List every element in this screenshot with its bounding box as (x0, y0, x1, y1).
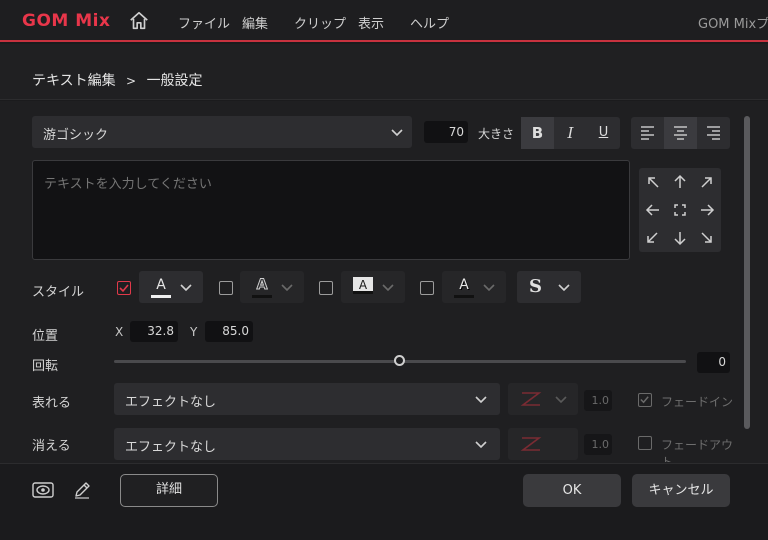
rotation-input[interactable]: 0 (697, 352, 730, 373)
edit-pencil-icon[interactable] (72, 480, 92, 500)
preview-eye-icon[interactable] (32, 481, 54, 499)
cancel-button[interactable]: キャンセル (632, 474, 730, 507)
disappear-effect-value: エフェクトなし (125, 440, 217, 455)
breadcrumb-current: 一般設定 (146, 73, 203, 89)
style-fill-checkbox[interactable] (117, 281, 131, 295)
breadcrumb: テキスト編集 > 一般設定 (32, 70, 203, 90)
disappear-label: 消える (32, 439, 71, 454)
chevron-down-icon (555, 396, 567, 404)
top-bar: GOM Mix ファイル 編集 クリップ 表示 ヘルプ GOM Mixプ (0, 0, 768, 42)
background-glyph: A (353, 277, 373, 294)
appear-label: 表れる (32, 396, 72, 411)
style-outline-dropdown[interactable]: A (240, 271, 304, 303)
outline-glyph: A (252, 276, 272, 298)
italic-button[interactable]: I (554, 117, 587, 149)
style-background-checkbox[interactable] (319, 281, 333, 295)
menu-view[interactable]: 表示 (358, 13, 384, 32)
shadow-glyph: A (454, 276, 474, 298)
position-y-input[interactable]: 85.0 (205, 321, 253, 342)
chevron-down-icon (180, 284, 192, 292)
style-preset-glyph: S (529, 276, 542, 297)
menu-file[interactable]: ファイル (178, 13, 230, 32)
style-fill-dropdown[interactable]: A (139, 271, 203, 303)
content-scrollbar[interactable] (744, 116, 750, 429)
checkmark-icon (640, 396, 649, 404)
motion-path-icon (520, 392, 542, 406)
font-family-value: 游ゴシック (43, 128, 109, 143)
motion-path-icon (520, 437, 542, 451)
disappear-row: 消える エフェクトなし 1.0 フェードアウト (0, 428, 744, 462)
align-left-icon (641, 126, 654, 140)
style-shadow-dropdown[interactable]: A (442, 271, 506, 303)
font-size-input[interactable]: 70 (424, 121, 468, 143)
fade-out-checkbox[interactable] (638, 436, 652, 450)
style-label: スタイル (32, 285, 85, 300)
position-label: 位置 (32, 329, 59, 344)
chevron-down-icon (391, 129, 403, 137)
position-y-label: Y (190, 325, 198, 339)
align-center-button[interactable] (664, 117, 697, 149)
chevron-down-icon (382, 284, 394, 292)
appear-motion-select[interactable] (508, 383, 578, 415)
text-style-preset-dropdown[interactable]: S (517, 271, 581, 303)
rotation-slider-handle[interactable] (394, 355, 405, 366)
text-input[interactable] (32, 160, 630, 260)
align-left-button[interactable] (631, 117, 664, 149)
chevron-down-icon (281, 284, 293, 292)
position-x-label: X (115, 325, 124, 339)
arrow-up-icon[interactable] (668, 170, 692, 194)
home-icon[interactable] (128, 10, 150, 32)
arrow-down-left-icon[interactable] (641, 226, 665, 250)
bold-button[interactable]: B (521, 117, 554, 149)
position-grid (639, 168, 721, 252)
menu-help[interactable]: ヘルプ (410, 13, 449, 32)
disappear-effect-select[interactable]: エフェクトなし (114, 428, 500, 460)
style-outline-checkbox[interactable] (219, 281, 233, 295)
text-format-group: B I U (521, 117, 620, 149)
app-logo: GOM Mix (22, 11, 111, 31)
arrow-down-icon[interactable] (668, 226, 692, 250)
arrow-down-right-icon[interactable] (695, 226, 719, 250)
chevron-down-icon (483, 284, 495, 292)
arrow-left-icon[interactable] (641, 198, 665, 222)
font-size-label: 大きさ (478, 127, 515, 141)
detail-button[interactable]: 詳細 (120, 474, 218, 507)
appear-duration-input[interactable]: 1.0 (584, 390, 612, 411)
breadcrumb-parent[interactable]: テキスト編集 (32, 73, 116, 89)
text-color-glyph: A (151, 276, 171, 298)
arrow-up-right-icon[interactable] (695, 170, 719, 194)
align-right-icon (707, 126, 720, 140)
disappear-duration-input[interactable]: 1.0 (584, 434, 612, 455)
fade-in-checkbox[interactable] (638, 393, 652, 407)
checkmark-icon (119, 284, 129, 293)
chevron-down-icon (475, 396, 487, 404)
menu-edit[interactable]: 編集 (242, 13, 268, 32)
appear-effect-value: エフェクトなし (125, 395, 217, 410)
style-background-dropdown[interactable]: A (341, 271, 405, 303)
font-family-select[interactable]: 游ゴシック (32, 116, 412, 148)
disappear-motion-select[interactable] (508, 428, 578, 460)
appear-effect-select[interactable]: エフェクトなし (114, 383, 500, 415)
fade-out-label: フェードアウト (661, 438, 734, 462)
ok-button[interactable]: OK (523, 474, 621, 507)
arrow-up-left-icon[interactable] (641, 170, 665, 194)
underline-button[interactable]: U (587, 117, 620, 149)
breadcrumb-separator: > (126, 74, 137, 88)
rotation-label: 回転 (32, 359, 59, 374)
menu-clip[interactable]: クリップ (294, 13, 346, 32)
chevron-down-icon (558, 284, 570, 292)
style-shadow-checkbox[interactable] (420, 281, 434, 295)
center-focus-icon[interactable] (668, 198, 692, 222)
fade-in-label: フェードイン (661, 395, 734, 409)
position-x-input[interactable]: 32.8 (130, 321, 178, 342)
align-right-button[interactable] (697, 117, 730, 149)
text-align-group (631, 117, 730, 149)
chevron-down-icon (475, 441, 487, 449)
window-title: GOM Mixプ (698, 17, 768, 32)
align-center-icon (674, 126, 687, 140)
arrow-right-icon[interactable] (695, 198, 719, 222)
